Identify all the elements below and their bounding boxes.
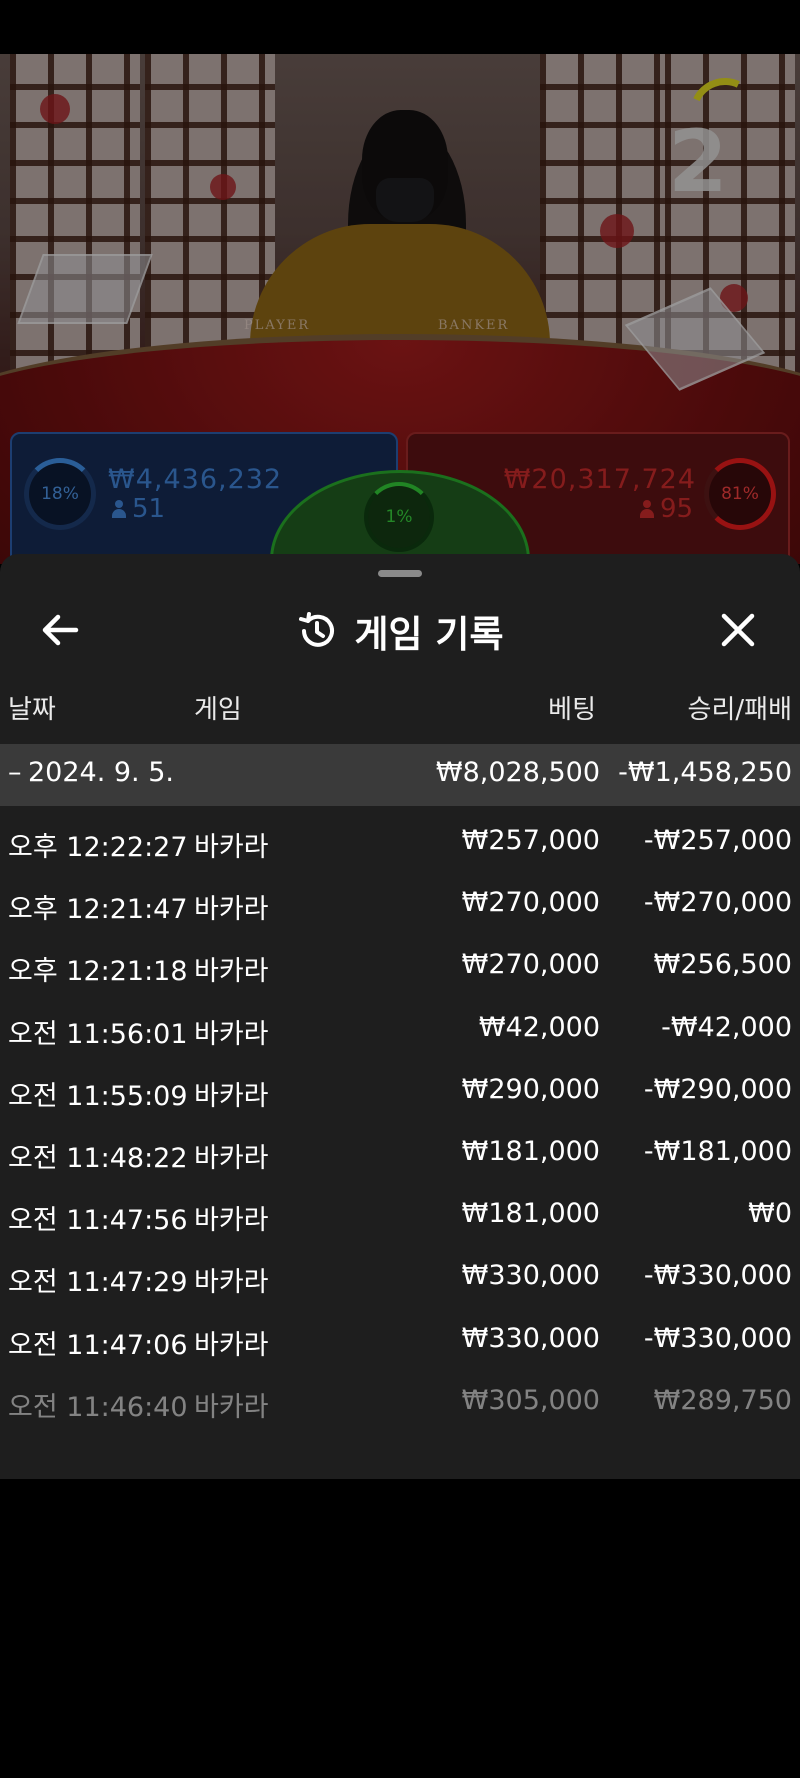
sheet-title: 게임 기록: [0, 604, 800, 658]
row-game: 바카라: [194, 1143, 269, 1174]
row-game: 바카라: [194, 956, 269, 988]
column-header-game: 게임: [194, 695, 242, 725]
history-row[interactable]: 오전 11:48:22 바카라 ₩181,000 -₩181,000: [0, 1123, 800, 1185]
drag-handle[interactable]: [378, 570, 422, 577]
sheet-header: 게임 기록: [0, 594, 800, 664]
column-header-bet: 베팅: [548, 695, 596, 725]
row-result: -₩181,000: [643, 1136, 792, 1167]
row-bet: ₩330,000: [461, 1322, 600, 1354]
row-bet: ₩42,000: [478, 1011, 600, 1043]
close-icon: [721, 613, 755, 647]
row-game: 바카라: [194, 1080, 269, 1112]
history-row[interactable]: 오후 12:21:18 바카라 ₩270,000 ₩256,500: [0, 936, 800, 998]
row-bet: ₩330,000: [461, 1260, 600, 1292]
row-result: ₩0: [748, 1198, 792, 1230]
date-group-result-total: -₩1,458,250: [618, 757, 792, 788]
row-bet: ₩181,000: [461, 1136, 600, 1167]
row-game: 바카라: [194, 1018, 269, 1050]
history-row[interactable]: 오전 11:46:40 바카라 ₩305,000 ₩289,750: [0, 1372, 800, 1434]
row-game: 바카라: [194, 1267, 269, 1299]
history-row[interactable]: 오전 11:47:06 바카라 ₩330,000 -₩330,000: [0, 1310, 800, 1372]
date-group-bet-total: ₩8,028,500: [435, 757, 600, 788]
row-bet: ₩290,000: [461, 1073, 600, 1105]
history-row[interactable]: 오후 12:22:27 바카라 ₩257,000 -₩257,000: [0, 812, 800, 874]
row-result: -₩270,000: [643, 887, 792, 919]
row-result: -₩257,000: [643, 825, 792, 856]
collapse-dash-icon: –: [8, 757, 22, 788]
row-time: 오전 11:48:22: [8, 1143, 188, 1174]
history-row[interactable]: 오후 12:21:47 바카라 ₩270,000 -₩270,000: [0, 874, 800, 936]
row-time: 오전 11:56:01: [8, 1018, 188, 1050]
row-game: 바카라: [194, 894, 269, 926]
row-bet: ₩270,000: [461, 949, 600, 981]
modal-backdrop[interactable]: [0, 54, 800, 564]
row-result: -₩330,000: [643, 1260, 792, 1292]
history-row[interactable]: 오전 11:47:29 바카라 ₩330,000 -₩330,000: [0, 1247, 800, 1309]
row-time: 오전 11:55:09: [8, 1080, 188, 1112]
page-title: 게임 기록: [354, 613, 504, 656]
history-row[interactable]: 오전 11:56:01 바카라 ₩42,000 -₩42,000: [0, 999, 800, 1061]
row-bet: ₩257,000: [461, 825, 600, 856]
date-group-row[interactable]: – 2024. 9. 5. ₩8,028,500 -₩1,458,250: [0, 744, 800, 806]
row-result: -₩330,000: [643, 1322, 792, 1354]
row-result: ₩289,750: [653, 1384, 792, 1416]
row-bet: ₩181,000: [461, 1198, 600, 1230]
row-bet: ₩305,000: [461, 1384, 600, 1416]
row-time: 오전 11:47:29: [8, 1267, 188, 1299]
row-time: 오전 11:46:40: [8, 1391, 188, 1423]
row-result: -₩42,000: [661, 1011, 792, 1043]
bottom-blank-area: [0, 1479, 800, 1778]
column-header-date: 날짜: [8, 695, 56, 725]
date-group-date: 2024. 9. 5.: [28, 757, 174, 788]
row-time: 오전 11:47:56: [8, 1205, 188, 1237]
row-game: 바카라: [194, 832, 269, 863]
row-time: 오전 11:47:06: [8, 1329, 188, 1361]
history-row[interactable]: 오전 11:47:56 바카라 ₩181,000 ₩0: [0, 1185, 800, 1247]
row-bet: ₩270,000: [461, 887, 600, 919]
row-game: 바카라: [194, 1391, 269, 1423]
row-time: 오후 12:21:47: [8, 894, 188, 926]
history-row[interactable]: 오전 11:55:09 바카라 ₩290,000 -₩290,000: [0, 1061, 800, 1123]
column-header-result: 승리/패배: [687, 695, 792, 725]
close-button[interactable]: [714, 606, 762, 654]
row-game: 바카라: [194, 1329, 269, 1361]
row-game: 바카라: [194, 1205, 269, 1237]
row-result: -₩290,000: [643, 1073, 792, 1105]
row-time: 오후 12:21:18: [8, 956, 188, 988]
row-time: 오후 12:22:27: [8, 832, 188, 863]
history-icon: [299, 612, 335, 647]
game-history-sheet: 게임 기록 날짜 게임 베팅 승리/패배 – 2024. 9. 5. ₩8,02…: [0, 554, 800, 1479]
row-result: ₩256,500: [653, 949, 792, 981]
